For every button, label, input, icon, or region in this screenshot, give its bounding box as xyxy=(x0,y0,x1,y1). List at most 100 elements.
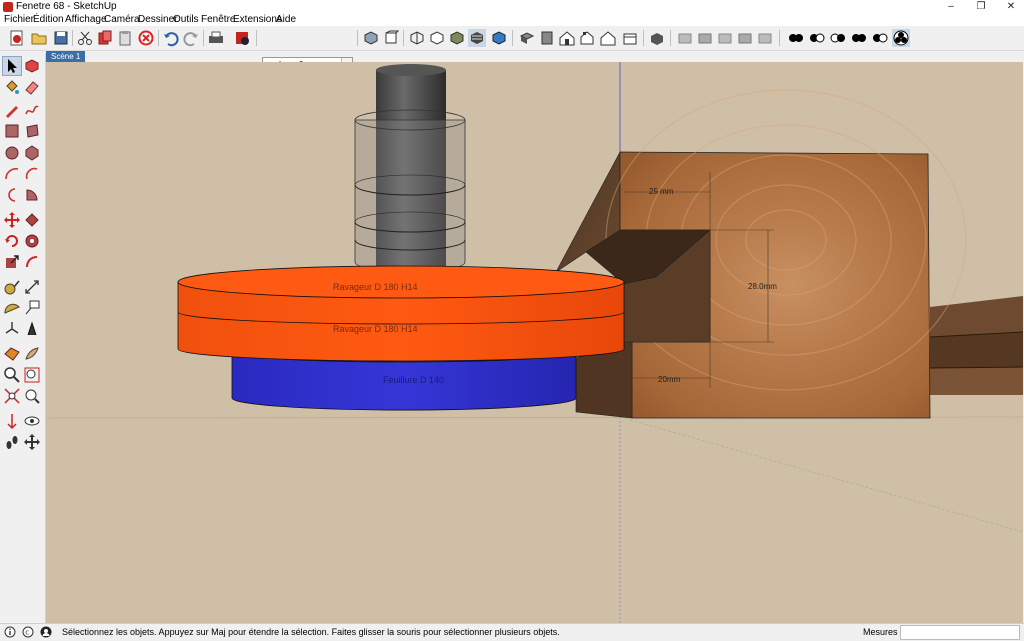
maximize-button[interactable]: ❐ xyxy=(966,0,996,14)
spindle-shaft xyxy=(354,64,466,280)
left-view-icon[interactable] xyxy=(621,29,639,47)
section-fill-icon[interactable] xyxy=(892,29,910,47)
cut-icon[interactable] xyxy=(76,29,94,47)
group-icon[interactable] xyxy=(696,29,714,47)
sandbox-icon[interactable] xyxy=(23,345,41,363)
follow-me-icon[interactable] xyxy=(23,232,41,250)
cutter-top-label: Ravageur D 180 H14 xyxy=(333,282,418,292)
circle-icon[interactable] xyxy=(3,144,21,162)
edge-style-icon[interactable] xyxy=(829,29,847,47)
back-view-icon[interactable] xyxy=(599,29,617,47)
menu-dessiner[interactable]: Dessiner xyxy=(138,14,177,26)
3d-text-icon[interactable] xyxy=(23,320,41,338)
solid-union-icon[interactable] xyxy=(716,29,734,47)
profile-edges-icon[interactable] xyxy=(850,29,868,47)
position-camera-icon[interactable] xyxy=(3,412,21,430)
push-pull-icon[interactable] xyxy=(23,211,41,229)
pie-icon[interactable] xyxy=(23,186,41,204)
shaded-style-icon[interactable] xyxy=(448,29,466,47)
status-message: Sélectionnez les objets. Appuyez sur Maj… xyxy=(62,627,560,637)
menu-affichage[interactable]: Affichage xyxy=(65,14,107,26)
copyright-icon[interactable]: c xyxy=(22,626,34,638)
tab-scene-1[interactable]: Scène 1 xyxy=(46,51,86,62)
model-info-icon[interactable] xyxy=(233,29,251,47)
pan-icon[interactable] xyxy=(23,433,41,451)
menu-fenetre[interactable]: Fenêtre xyxy=(201,14,235,26)
erase-icon[interactable] xyxy=(137,29,155,47)
model-drawing xyxy=(46,62,1023,623)
title-bar: Fenetre 68 - SketchUp – ❐ ✕ xyxy=(0,0,1024,14)
open-folder-icon[interactable] xyxy=(30,29,48,47)
shadow-toggle-icon[interactable] xyxy=(787,29,805,47)
redo-icon[interactable] xyxy=(182,29,200,47)
status-bar: c Sélectionnez les objets. Appuyez sur M… xyxy=(0,623,1024,641)
paint-bucket-icon[interactable] xyxy=(3,78,21,96)
solid-trim-icon[interactable] xyxy=(756,29,774,47)
axes-icon[interactable] xyxy=(3,320,21,338)
menu-aide[interactable]: Aide xyxy=(276,14,296,26)
monochrome-style-icon[interactable] xyxy=(490,29,508,47)
scale-icon[interactable] xyxy=(3,253,21,271)
side-rail xyxy=(929,296,1023,395)
component-icon[interactable] xyxy=(676,29,694,47)
select-arrow-icon[interactable] xyxy=(2,56,22,76)
eraser-icon[interactable] xyxy=(23,78,41,96)
offset-icon[interactable] xyxy=(23,253,41,271)
move-icon[interactable] xyxy=(3,211,21,229)
pencil-line-icon[interactable] xyxy=(3,101,21,119)
tape-measure-icon[interactable] xyxy=(3,278,21,296)
home-view-icon[interactable] xyxy=(558,29,576,47)
dimension-height: 28.0mm xyxy=(748,282,777,291)
fog-toggle-icon[interactable] xyxy=(808,29,826,47)
zoom-extents-icon[interactable] xyxy=(3,387,21,405)
look-around-icon[interactable] xyxy=(23,412,41,430)
paste-icon[interactable] xyxy=(116,29,134,47)
info-icon[interactable] xyxy=(4,626,16,638)
save-icon[interactable] xyxy=(52,29,70,47)
undo-icon[interactable] xyxy=(162,29,180,47)
solid-subtract-icon[interactable] xyxy=(736,29,754,47)
polygon-icon[interactable] xyxy=(23,144,41,162)
menu-outils[interactable]: Outils xyxy=(173,14,199,26)
depth-cue-icon[interactable] xyxy=(871,29,889,47)
zoom-icon[interactable] xyxy=(3,366,21,384)
xray-style-icon[interactable] xyxy=(408,29,426,47)
wood-block xyxy=(555,89,967,419)
menu-extensions[interactable]: Extensions xyxy=(233,14,282,26)
previous-view-icon[interactable] xyxy=(23,387,41,405)
iso-camera-icon[interactable] xyxy=(518,29,536,47)
zoom-window-icon[interactable] xyxy=(23,366,41,384)
menu-camera[interactable]: Caméra xyxy=(104,14,140,26)
freehand-icon[interactable] xyxy=(23,101,41,119)
copy-icon[interactable] xyxy=(96,29,114,47)
three-point-arc-icon[interactable] xyxy=(3,186,21,204)
close-button[interactable]: ✕ xyxy=(996,0,1024,14)
walk-icon[interactable] xyxy=(3,433,21,451)
dimension-icon[interactable] xyxy=(23,278,41,296)
make-component-icon[interactable] xyxy=(23,57,41,75)
rectangle-icon[interactable] xyxy=(3,122,21,140)
user-account-icon[interactable] xyxy=(40,626,52,638)
right-view-icon[interactable] xyxy=(578,29,596,47)
rotate-icon[interactable] xyxy=(3,232,21,250)
minimize-button[interactable]: – xyxy=(936,0,966,14)
model-viewport[interactable]: Ravageur D 180 H14 Ravageur D 180 H14 Fe… xyxy=(46,62,1023,623)
protractor-icon[interactable] xyxy=(3,299,21,317)
arc-icon[interactable] xyxy=(3,165,21,183)
text-tool-icon[interactable] xyxy=(23,299,41,317)
new-file-icon[interactable] xyxy=(8,29,26,47)
menu-fichier[interactable]: Fichier xyxy=(4,14,34,26)
print-icon[interactable] xyxy=(207,29,225,47)
textured-style-icon[interactable] xyxy=(468,29,486,47)
section-plane-icon[interactable] xyxy=(3,345,21,363)
rebate-cutter-label: Feuillure D 140 xyxy=(383,375,445,385)
menu-edition[interactable]: Édition xyxy=(33,14,64,26)
top-view-icon[interactable] xyxy=(382,29,400,47)
front-camera-icon[interactable] xyxy=(538,29,556,47)
iso-view-icon[interactable] xyxy=(362,29,380,47)
two-point-arc-icon[interactable] xyxy=(23,165,41,183)
wireframe-style-icon[interactable] xyxy=(428,29,446,47)
warehouse-icon[interactable] xyxy=(648,29,666,47)
measurements-input[interactable] xyxy=(900,625,1020,640)
rotated-rectangle-icon[interactable] xyxy=(23,122,41,140)
